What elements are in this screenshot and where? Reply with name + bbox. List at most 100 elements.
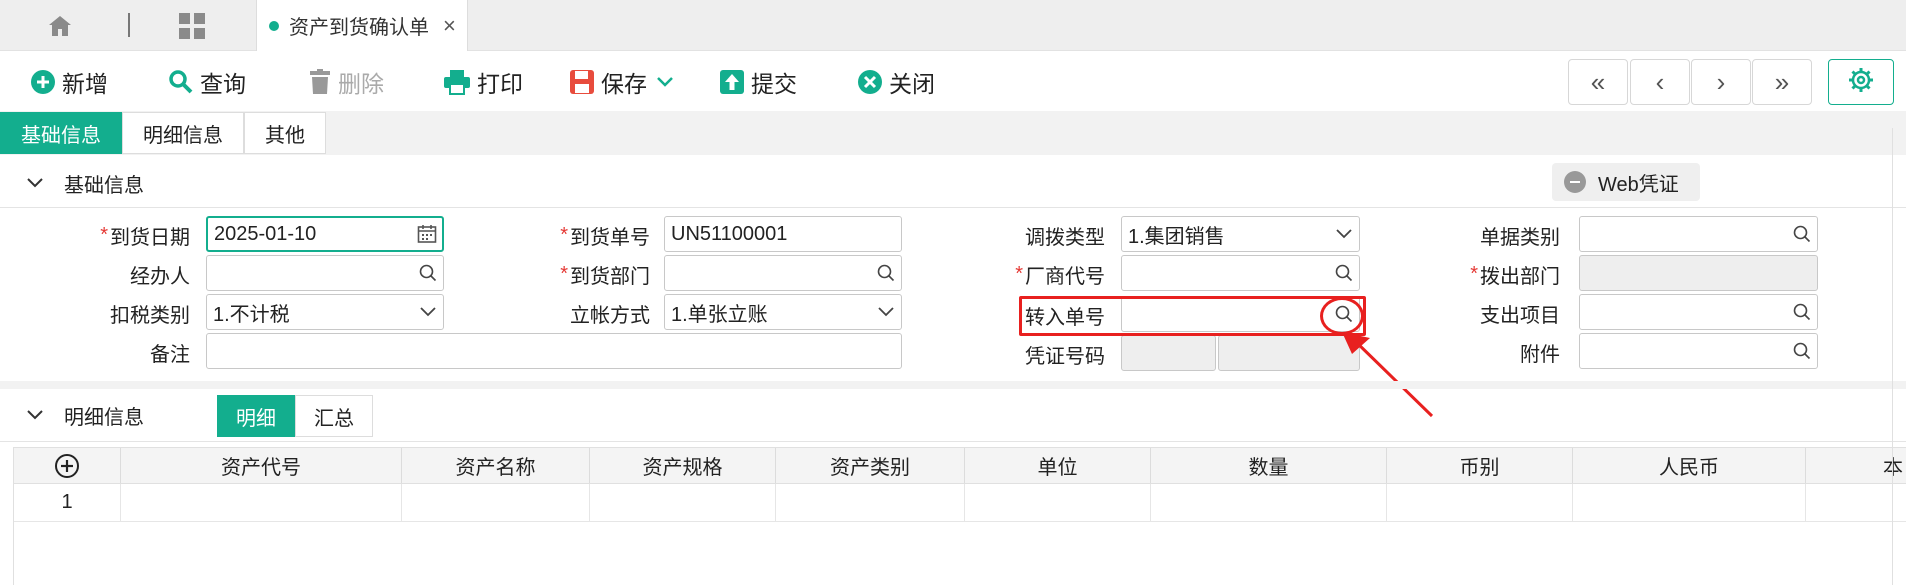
close-label: 关闭 [889, 71, 935, 97]
save-button[interactable]: 保存 [569, 65, 647, 99]
vendor-code-field[interactable] [1121, 255, 1360, 291]
search-icon[interactable] [1787, 217, 1817, 251]
arrival-dept-field[interactable] [664, 255, 902, 291]
settings-button[interactable] [1828, 59, 1894, 105]
cell-asset-name[interactable] [402, 484, 590, 521]
tab-detail-info[interactable]: 明细信息 [122, 112, 244, 154]
search-icon[interactable] [1787, 334, 1817, 368]
cell-currency[interactable] [1387, 484, 1573, 521]
basic-info-title: 基础信息 [64, 174, 144, 197]
col-quantity[interactable]: 数量 [1151, 448, 1387, 483]
cell-rmb[interactable] [1573, 484, 1806, 521]
detail-info-header[interactable]: 明细信息 [0, 392, 210, 438]
chevron-down-icon [413, 295, 443, 329]
doc-category-field[interactable] [1579, 216, 1818, 252]
handler-field[interactable] [206, 255, 444, 291]
chevron-down-icon [871, 295, 901, 329]
tab-basic-info[interactable]: 基础信息 [0, 112, 122, 154]
web-voucher-button[interactable]: Web凭证 [1552, 163, 1700, 201]
delete-button[interactable]: 删除 [308, 65, 384, 99]
arrival-no-label: * 到货单号 [560, 223, 650, 249]
print-label: 打印 [477, 71, 523, 97]
table-row[interactable]: 1 [14, 484, 1906, 522]
arrival-date-label: * 到货日期 [100, 223, 190, 249]
annotation-arrow-icon [1342, 332, 1434, 418]
out-dept-field [1579, 255, 1818, 291]
account-method-select[interactable]: 1.单张立账 [664, 294, 902, 330]
collapse-chevron-icon [26, 409, 44, 421]
add-button[interactable]: 新增 [30, 65, 108, 99]
collapse-chevron-icon [26, 177, 44, 189]
tab-asset-arrival-confirmation[interactable]: 资产到货确认单 × [256, 0, 468, 51]
home-icon[interactable] [44, 12, 76, 40]
attachment-field[interactable] [1579, 333, 1818, 369]
arrival-dept-label: * 到货部门 [560, 262, 650, 288]
top-tab-strip: 资产到货确认单 × [0, 0, 1906, 51]
tax-type-select[interactable]: 1.不计税 [206, 294, 444, 330]
tab-separator [128, 13, 130, 37]
add-label: 新增 [62, 71, 108, 97]
cell-unit[interactable] [965, 484, 1151, 521]
search-icon [168, 69, 194, 95]
plus-circle-icon [30, 69, 56, 95]
search-icon[interactable] [871, 256, 901, 290]
cell-asset-spec[interactable] [590, 484, 776, 521]
last-record-button[interactable]: » [1752, 59, 1812, 105]
arrival-no-field[interactable]: UN51100001 [664, 216, 902, 252]
save-label: 保存 [601, 71, 647, 97]
col-currency[interactable]: 币别 [1387, 448, 1573, 483]
tab-detail[interactable]: 明细 [217, 395, 295, 437]
minus-circle-icon [1564, 171, 1586, 193]
row-number: 1 [14, 484, 121, 521]
col-asset-spec[interactable]: 资产规格 [590, 448, 776, 483]
close-tab-icon[interactable]: × [443, 13, 456, 39]
prev-record-button[interactable]: ‹ [1630, 59, 1690, 105]
submit-button[interactable]: 提交 [719, 65, 797, 99]
close-circle-icon [857, 69, 883, 95]
next-record-button[interactable]: › [1691, 59, 1751, 105]
calendar-icon[interactable] [412, 218, 442, 250]
col-unit[interactable]: 单位 [965, 448, 1151, 483]
first-icon: « [1590, 66, 1606, 97]
cell-quantity[interactable] [1151, 484, 1387, 521]
tab-other[interactable]: 其他 [244, 112, 326, 154]
detail-sub-tabs: 明细 汇总 [217, 395, 373, 437]
trash-icon [308, 69, 332, 95]
delete-label: 删除 [338, 71, 384, 97]
detail-info-title: 明细信息 [64, 406, 144, 429]
arrival-date-field[interactable]: 2025-01-10 [206, 216, 444, 252]
active-tab-dot [269, 20, 279, 31]
col-truncated[interactable]: 本 [1806, 448, 1906, 483]
search-icon[interactable] [1329, 256, 1359, 290]
save-dropdown-chevron-icon[interactable] [656, 65, 674, 99]
voucher-no-label: 凭证号码 [1025, 345, 1105, 368]
transfer-type-label: 调拨类型 [1025, 226, 1105, 249]
add-row-icon[interactable] [14, 448, 121, 483]
tab-summary[interactable]: 汇总 [295, 395, 373, 437]
col-asset-name[interactable]: 资产名称 [402, 448, 590, 483]
printer-icon [443, 69, 471, 95]
col-asset-code[interactable]: 资产代号 [121, 448, 402, 483]
col-asset-category[interactable]: 资产类别 [776, 448, 965, 483]
next-icon: › [1716, 66, 1726, 97]
cell-asset-category[interactable] [776, 484, 965, 521]
search-icon[interactable] [413, 256, 443, 290]
col-rmb[interactable]: 人民币 [1573, 448, 1806, 483]
cell-asset-code[interactable] [121, 484, 402, 521]
account-method-label: 立帐方式 [570, 304, 650, 327]
first-record-button[interactable]: « [1568, 59, 1628, 105]
remark-field[interactable] [206, 333, 902, 369]
search-icon[interactable] [1787, 295, 1817, 329]
grid-header-row: 资产代号 资产名称 资产规格 资产类别 单位 数量 币别 人民币 本 [14, 447, 1906, 484]
expense-item-label: 支出项目 [1480, 304, 1560, 327]
query-label: 查询 [200, 71, 246, 97]
floppy-disk-icon [569, 69, 595, 95]
print-button[interactable]: 打印 [443, 65, 523, 99]
transfer-type-select[interactable]: 1.集团销售 [1121, 216, 1360, 252]
query-button[interactable]: 查询 [168, 65, 246, 99]
right-scroll-edge [1892, 128, 1893, 585]
cell-truncated[interactable] [1806, 484, 1906, 521]
close-button[interactable]: 关闭 [857, 65, 935, 99]
app-grid-icon[interactable] [176, 11, 208, 41]
expense-item-field[interactable] [1579, 294, 1818, 330]
